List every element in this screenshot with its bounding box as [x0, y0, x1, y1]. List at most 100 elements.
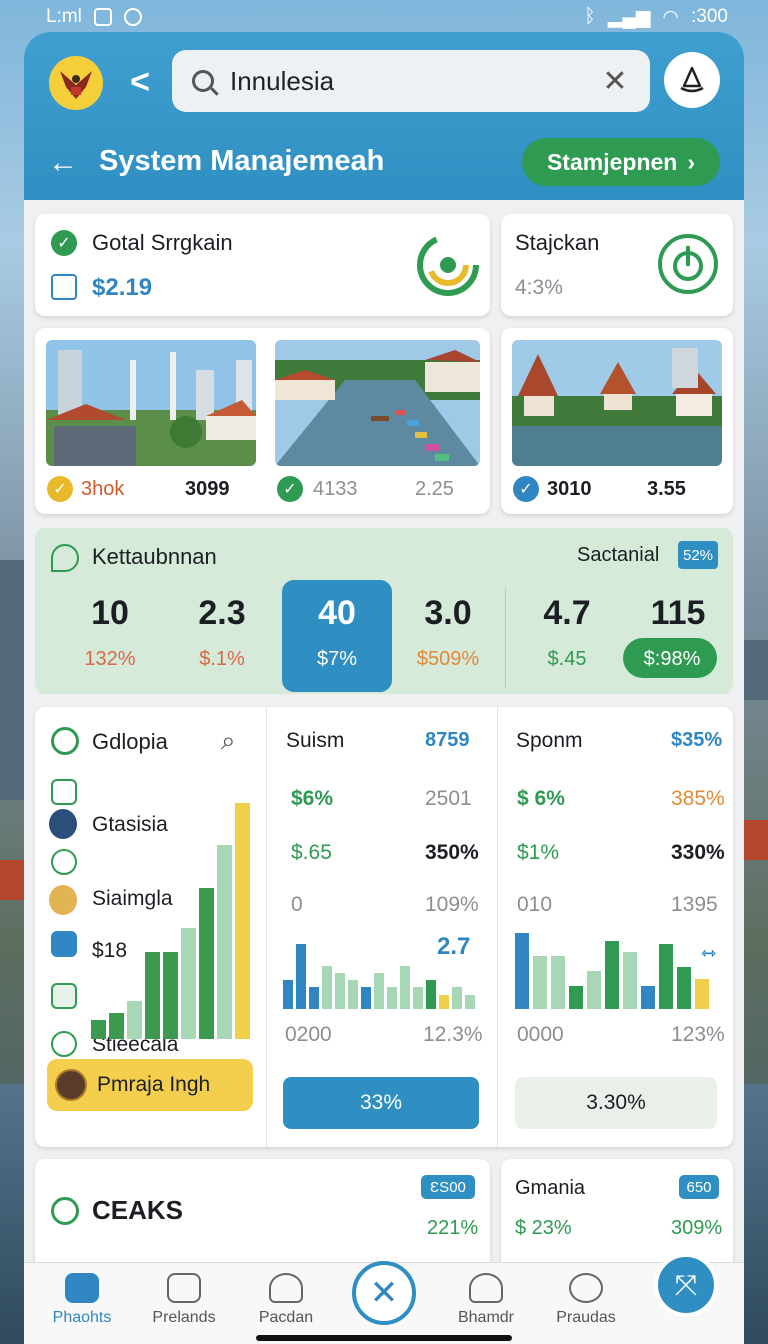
nav-label: Prelands	[152, 1309, 216, 1326]
mid-action-button[interactable]: 33%	[283, 1077, 479, 1129]
stat-value: 3.0	[424, 594, 472, 632]
chart-bar	[348, 980, 358, 1009]
share-back-icon[interactable]: <	[122, 62, 158, 102]
stat-value: 10	[91, 594, 129, 632]
avatar[interactable]	[49, 885, 77, 915]
leaf-icon	[51, 1197, 79, 1225]
chart-bar	[587, 971, 601, 1009]
right-row-a: 010	[517, 893, 553, 916]
ceaks-value: 221%	[427, 1217, 479, 1239]
search-icon[interactable]: ⌕	[221, 725, 236, 757]
chart-bar	[400, 966, 410, 1009]
chart-bar	[145, 952, 160, 1039]
status-bar: L:ml ᛒ ▂▄▆ ◠ :300	[0, 0, 768, 34]
chart-bar	[387, 987, 397, 1009]
status-card[interactable]: Stajckan 4:3%	[501, 214, 733, 316]
check-circle-icon: ✓	[277, 476, 303, 502]
gmania-badge: 650	[679, 1175, 719, 1199]
coin-icon: ✓	[47, 476, 73, 502]
stats-badge: 52%	[678, 541, 718, 569]
close-box-icon	[51, 983, 77, 1009]
photo-city-mosque[interactable]	[46, 340, 256, 466]
bell-icon	[680, 66, 704, 93]
stat-sub-value: $.1%	[199, 648, 245, 670]
bottom-navigation: Phaohts Prelands Pacdan ✕ Bhamdr Praudas…	[24, 1253, 744, 1344]
search-input[interactable]	[230, 65, 600, 97]
nav-label: Bhamdr	[457, 1309, 515, 1326]
signal-icon: ▂▄▆	[607, 6, 651, 28]
nav-item-home[interactable]: Phaohts	[34, 1273, 130, 1327]
analytics-card: Gdlopia ⌕ Gtasisia Siaimgla $18 Stieecal…	[35, 707, 733, 1147]
chart-bar	[374, 973, 384, 1009]
right-action-button[interactable]: 3.30%	[515, 1077, 717, 1129]
clear-icon[interactable]: ✕	[600, 64, 630, 99]
stat-value: 4.7	[543, 594, 591, 632]
chart-bar	[283, 980, 293, 1009]
navigation-icon	[51, 931, 77, 957]
app-notification-icon	[93, 8, 112, 26]
receipt-icon	[51, 274, 77, 300]
right-row-b: 385%	[671, 787, 725, 810]
photo-canal-boats[interactable]	[275, 340, 480, 466]
chart-bar	[659, 944, 673, 1009]
back-arrow-icon[interactable]: ←	[48, 146, 78, 180]
stat-sub-value: $.45	[547, 648, 587, 670]
photo-2-right-label: 2.25	[415, 478, 454, 500]
close-fab[interactable]: ✕	[352, 1261, 416, 1325]
leaf-icon	[51, 849, 77, 875]
primary-action-button[interactable]: Stamjepnen ›	[522, 138, 720, 186]
search-icon	[192, 70, 214, 92]
wifi-icon: ◠	[662, 6, 680, 28]
search-bar[interactable]: ✕	[172, 50, 650, 112]
chart-bar	[641, 986, 655, 1009]
stat-value: 115	[650, 594, 706, 632]
nav-item-pacdan[interactable]: Pacdan	[238, 1273, 334, 1327]
chart-bar	[217, 845, 232, 1039]
right-row-a: $1%	[517, 841, 560, 864]
profile-chip[interactable]: Pmraja Ingh	[47, 1059, 253, 1111]
avatar	[55, 1069, 87, 1101]
check-badge-icon: ✓	[513, 476, 539, 502]
stat-sub-value: $509%	[416, 648, 480, 670]
nav-item-praudas[interactable]: Praudas	[538, 1273, 634, 1327]
primary-action-label: Stamjepnen	[546, 148, 678, 175]
total-card[interactable]: ✓ Gotal Srrgkain $2.19	[35, 214, 490, 316]
chart-bar	[235, 803, 250, 1039]
home-icon	[65, 1273, 99, 1303]
chart-bar	[296, 944, 306, 1009]
stat-value: 2.3	[198, 594, 246, 632]
ceaks-badge: ƐS00	[421, 1175, 475, 1199]
photo-traditional-houses[interactable]	[512, 340, 722, 466]
avatar[interactable]	[49, 809, 77, 839]
app-logo[interactable]	[49, 56, 103, 110]
photo-2-left-label: 4133	[313, 478, 358, 500]
expand-icon: ⤧	[674, 1268, 698, 1300]
chart-bar	[91, 1020, 106, 1039]
total-card-value: $2.19	[92, 274, 153, 301]
chart-bar	[677, 967, 691, 1009]
left-bar-chart	[91, 803, 257, 1039]
right-panel-title: Sрonm	[516, 729, 583, 752]
expand-fab[interactable]: ⤧	[654, 1253, 718, 1317]
mid-row-a: 0	[291, 893, 303, 916]
check-circle-icon: ✓	[51, 230, 77, 256]
chart-bar	[452, 987, 462, 1009]
app-window: < ✕ ← System Manajemeah Stamjepnen › ✓ G…	[24, 32, 744, 1344]
bell-icon	[269, 1273, 303, 1303]
mid-panel-title: Suism	[286, 729, 345, 752]
mid-bar-chart	[283, 937, 479, 1009]
nav-label: Phaohts	[52, 1309, 112, 1326]
nav-item-bhamdr[interactable]: Bhamdr	[438, 1273, 534, 1327]
mid-axis-left: 0200	[285, 1023, 332, 1046]
stat-sub-value: $7%	[316, 648, 358, 670]
mid-row-a: $6%	[291, 787, 334, 810]
stats-panel: Kettaubnnan Sactanial 52% 10 132% 2.3 $.1% 4…	[35, 528, 733, 694]
chart-bar	[465, 995, 475, 1009]
nav-item-lands[interactable]: Prelands	[136, 1273, 232, 1327]
left-panel-title: Gdlopia	[92, 729, 168, 754]
nav-label: Pacdan	[258, 1309, 314, 1326]
chart-bar	[605, 941, 619, 1009]
notification-button[interactable]	[664, 52, 720, 108]
ceaks-title: CEAKS	[92, 1195, 184, 1225]
gmania-right: 309%	[671, 1217, 723, 1239]
